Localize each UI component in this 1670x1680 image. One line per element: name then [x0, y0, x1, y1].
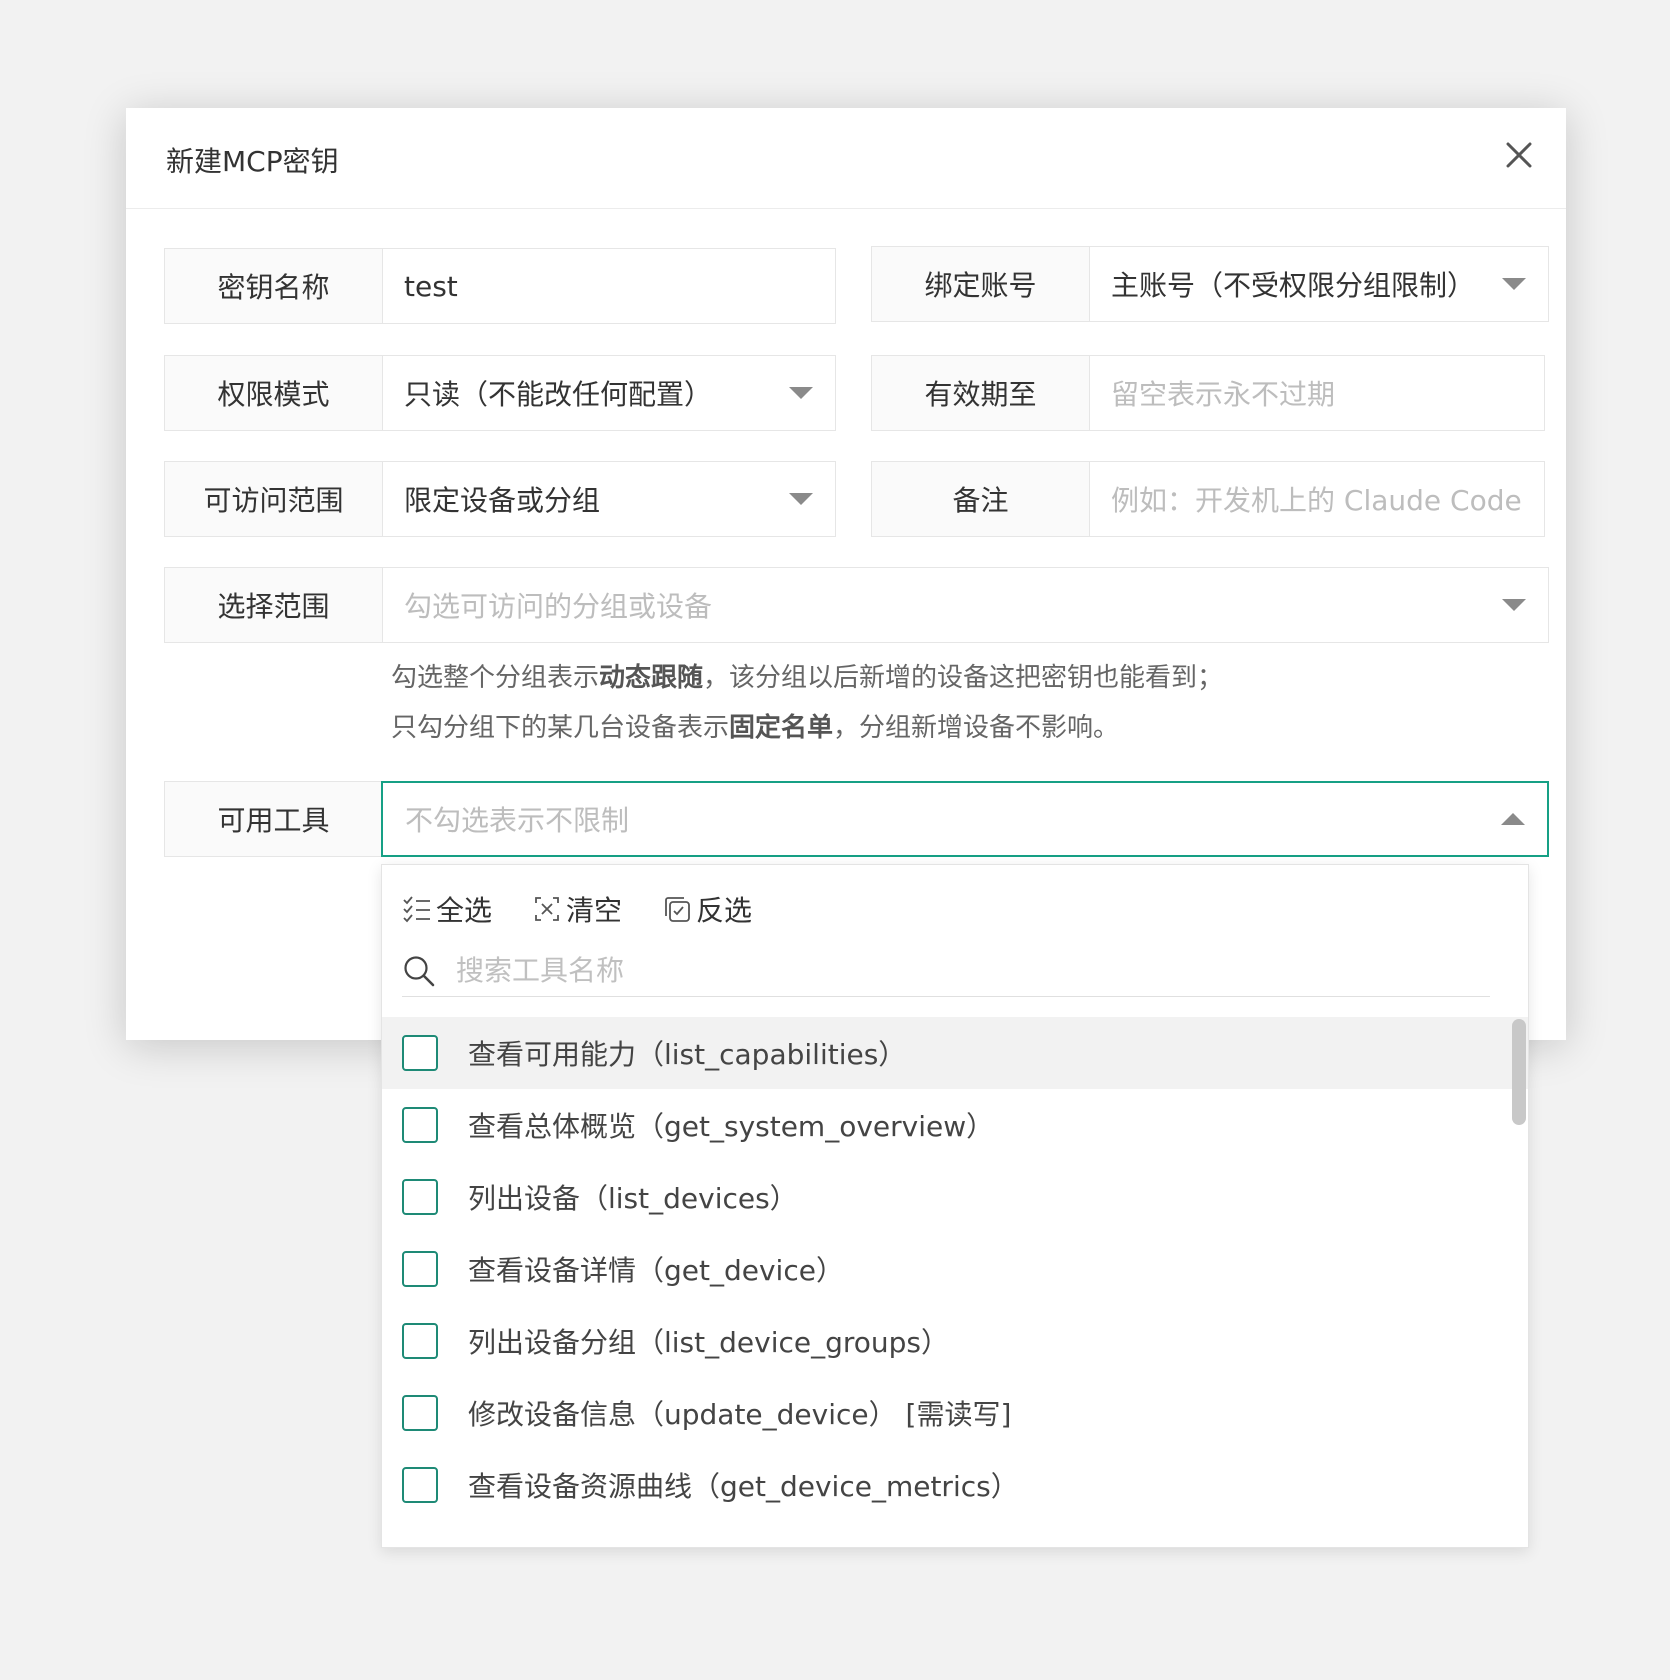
tool-option[interactable]: 查看设备详情（get_device）: [382, 1233, 1528, 1305]
tool-option[interactable]: 列出设备分组（list_device_groups）: [382, 1305, 1528, 1377]
access-scope-select[interactable]: 限定设备或分组: [383, 462, 835, 536]
checkbox[interactable]: [402, 1251, 438, 1287]
dialog-title: 新建MCP密钥: [166, 145, 339, 178]
remark-label: 备注: [872, 462, 1090, 536]
close-button[interactable]: [1502, 138, 1536, 172]
bind-account-select[interactable]: 主账号（不受权限分组限制）: [1090, 247, 1548, 321]
access-scope-field: 可访问范围 限定设备或分组: [164, 461, 836, 537]
tools-dropdown: 全选 清空 反选 查看可用能力（list_capabili: [381, 864, 1529, 1548]
select-scope-field: 选择范围 勾选可访问的分组或设备: [164, 567, 1549, 643]
select-all-button[interactable]: 全选: [402, 889, 492, 929]
tool-option-label: 查看设备详情（get_device）: [468, 1254, 844, 1287]
access-scope-label: 可访问范围: [165, 462, 383, 536]
chevron-down-icon: [1502, 599, 1526, 611]
scope-hint: 勾选整个分组表示动态跟随，该分组以后新增的设备这把密钥也能看到； 只勾分组下的某…: [391, 653, 1223, 753]
permission-mode-field: 权限模式 只读（不能改任何配置）: [164, 355, 836, 431]
hint-line-2-bold: 固定名单: [729, 713, 834, 743]
tool-search-input[interactable]: [456, 954, 1356, 987]
checkbox[interactable]: [402, 1107, 438, 1143]
chevron-up-icon: [1501, 813, 1525, 825]
tool-option[interactable]: 查看设备资源曲线（get_device_metrics）: [382, 1449, 1528, 1521]
select-scope-placeholder: 勾选可访问的分组或设备: [404, 590, 713, 623]
chevron-down-icon: [789, 387, 813, 399]
permission-mode-value: 只读（不能改任何配置）: [404, 378, 713, 411]
hint-line-2: 只勾分组下的某几台设备表示固定名单，分组新增设备不影响。: [391, 703, 1223, 753]
permission-mode-select[interactable]: 只读（不能改任何配置）: [383, 356, 835, 430]
hint-line-2-prefix: 只勾分组下的某几台设备表示: [391, 713, 730, 743]
dropdown-actions: 全选 清空 反选: [402, 889, 752, 929]
checkbox[interactable]: [402, 1179, 438, 1215]
tools-placeholder: 不勾选表示不限制: [405, 804, 630, 837]
valid-until-input[interactable]: 留空表示永不过期: [1090, 356, 1544, 430]
hint-line-2-suffix: ，分组新增设备不影响。: [833, 713, 1120, 743]
select-scope-label: 选择范围: [165, 568, 383, 642]
key-name-label: 密钥名称: [165, 249, 383, 323]
select-scope-select[interactable]: 勾选可访问的分组或设备: [383, 568, 1548, 642]
valid-until-label: 有效期至: [872, 356, 1090, 430]
chevron-down-icon: [789, 493, 813, 505]
tools-select[interactable]: 不勾选表示不限制: [381, 781, 1549, 857]
select-all-icon: [403, 896, 430, 923]
select-all-label: 全选: [436, 894, 493, 927]
valid-until-field: 有效期至 留空表示永不过期: [871, 355, 1545, 431]
invert-button[interactable]: 反选: [662, 889, 752, 929]
clear-button[interactable]: 清空: [532, 889, 622, 929]
dialog-header: 新建MCP密钥: [126, 108, 1566, 209]
bind-account-field: 绑定账号 主账号（不受权限分组限制）: [871, 246, 1549, 322]
hint-line-1: 勾选整个分组表示动态跟随，该分组以后新增的设备这把密钥也能看到；: [391, 653, 1223, 703]
hint-line-1-prefix: 勾选整个分组表示: [391, 663, 600, 693]
clear-label: 清空: [566, 894, 623, 927]
tool-list: 查看可用能力（list_capabilities） 查看总体概览（get_sys…: [382, 1017, 1528, 1521]
invert-icon: [665, 897, 690, 922]
remark-input[interactable]: 例如：开发机上的 Claude Code: [1090, 462, 1544, 536]
checkbox[interactable]: [402, 1035, 438, 1071]
tool-option-label: 查看总体概览（get_system_overview）: [468, 1110, 995, 1143]
tool-search: [402, 945, 1490, 997]
tool-option-label: 查看可用能力（list_capabilities）: [468, 1038, 907, 1071]
bind-account-label: 绑定账号: [872, 247, 1090, 321]
tool-option[interactable]: 查看可用能力（list_capabilities）: [382, 1017, 1528, 1089]
checkbox[interactable]: [402, 1395, 438, 1431]
key-name-input[interactable]: test: [383, 249, 835, 323]
tool-option[interactable]: 查看总体概览（get_system_overview）: [382, 1089, 1528, 1161]
remark-field: 备注 例如：开发机上的 Claude Code: [871, 461, 1545, 537]
invert-label: 反选: [696, 894, 753, 927]
access-scope-value: 限定设备或分组: [404, 484, 601, 517]
hint-line-1-bold: 动态跟随: [599, 663, 704, 693]
tool-option[interactable]: 修改设备信息（update_device） [需读写]: [382, 1377, 1528, 1449]
checkbox[interactable]: [402, 1467, 438, 1503]
checkbox[interactable]: [402, 1323, 438, 1359]
tools-field: 可用工具 不勾选表示不限制: [164, 781, 1549, 857]
tool-option-label: 列出设备分组（list_device_groups）: [468, 1326, 950, 1359]
hint-line-1-suffix: ，该分组以后新增的设备这把密钥也能看到；: [703, 663, 1224, 693]
bind-account-value: 主账号（不受权限分组限制）: [1111, 269, 1476, 302]
scrollbar[interactable]: [1512, 1019, 1526, 1125]
tools-label: 可用工具: [165, 782, 383, 856]
chevron-down-icon: [1502, 278, 1526, 290]
key-name-field: 密钥名称 test: [164, 248, 836, 324]
permission-mode-label: 权限模式: [165, 356, 383, 430]
search-icon: [404, 955, 435, 986]
tool-option-label: 查看设备资源曲线（get_device_metrics）: [468, 1470, 1019, 1503]
clear-icon: [535, 897, 559, 921]
tool-option[interactable]: 列出设备（list_devices）: [382, 1161, 1528, 1233]
tool-option-label: 列出设备（list_devices）: [468, 1182, 798, 1215]
tool-option-label: 修改设备信息（update_device） [需读写]: [468, 1398, 1012, 1431]
close-icon: [1506, 142, 1532, 168]
